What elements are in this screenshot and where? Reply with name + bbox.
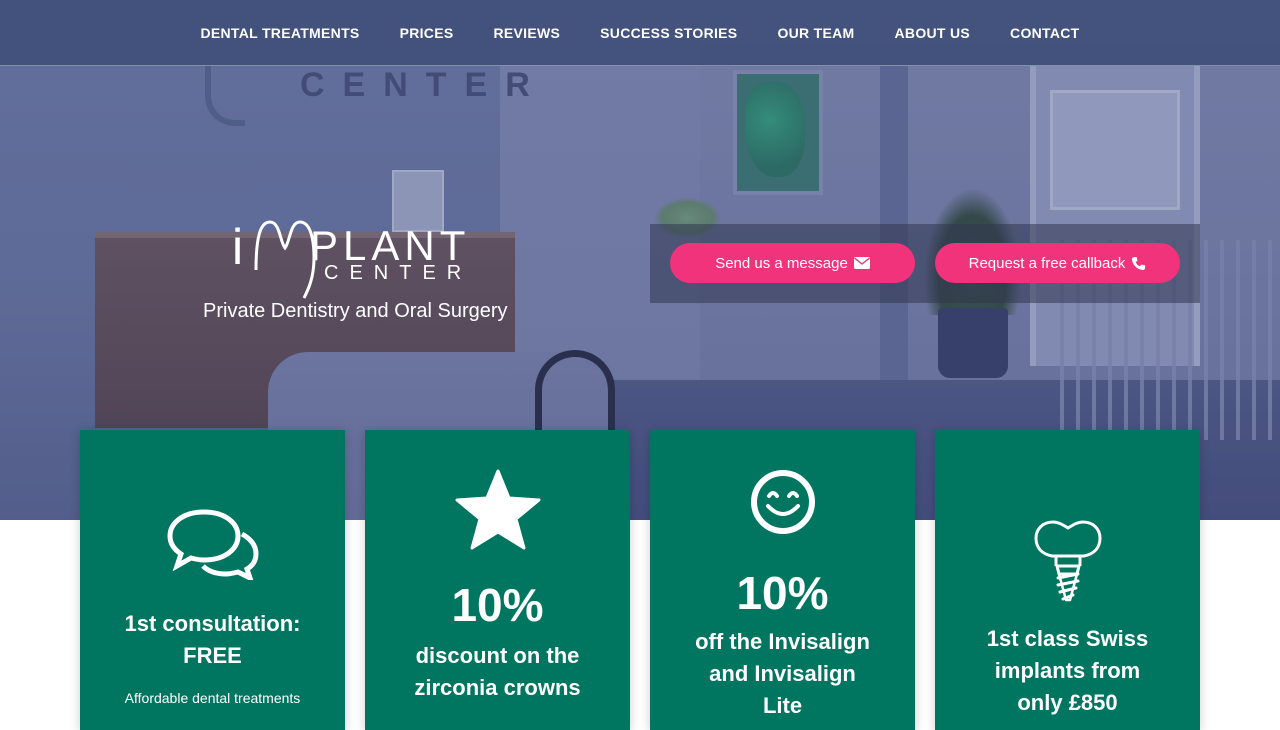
- envelope-icon: [853, 257, 870, 269]
- card-4-title-line3: only £850: [1017, 690, 1118, 715]
- card-3-title: off the Invisalign and Invisalign Lite: [670, 626, 895, 722]
- card-3-title-line2: and Invisalign: [709, 661, 856, 686]
- nav-item-contact[interactable]: CONTACT: [1010, 25, 1080, 41]
- request-callback-label: Request a free callback: [968, 254, 1126, 272]
- nav-item-dental-treatments[interactable]: DENTAL TREATMENTS: [200, 25, 359, 41]
- logo-letter-i: i: [232, 219, 244, 275]
- request-callback-button[interactable]: Request a free callback: [935, 243, 1180, 283]
- star-icon: [365, 468, 630, 552]
- send-message-button[interactable]: Send us a message: [670, 243, 915, 283]
- card-2-title-line1: discount on the: [415, 643, 580, 668]
- card-4-title: 1st class Swiss implants from only £850: [955, 623, 1180, 719]
- card-1-description: Affordable dental treatments: [124, 690, 301, 706]
- implant-center-logo[interactable]: i PLANT CENTER: [228, 208, 488, 303]
- card-2-title-line2: zirconia crowns: [414, 675, 581, 700]
- card-2-title: discount on the zirconia crowns: [385, 640, 610, 704]
- card-1-title-line1: 1st consultation:: [124, 611, 301, 636]
- main-navigation: DENTAL TREATMENTS PRICES REVIEWS SUCCESS…: [0, 0, 1280, 66]
- nav-item-success-stories[interactable]: SUCCESS STORIES: [600, 25, 737, 41]
- phone-icon: [1132, 256, 1146, 270]
- card-4-title-line2: implants from: [994, 658, 1141, 683]
- nav-item-prices[interactable]: PRICES: [400, 25, 454, 41]
- smiley-icon: [650, 468, 915, 536]
- card-3-title-line3: Lite: [762, 693, 803, 718]
- card-1-title: 1st consultation: FREE: [100, 608, 325, 672]
- card-2-percentage: 10%: [451, 579, 544, 631]
- send-message-label: Send us a message: [715, 254, 848, 272]
- nav-item-about-us[interactable]: ABOUT US: [895, 25, 971, 41]
- dental-implant-icon: [935, 518, 1200, 602]
- logo-word-center: CENTER: [324, 262, 473, 284]
- nav-item-our-team[interactable]: OUR TEAM: [777, 25, 854, 41]
- card-4-title-line1: 1st class Swiss: [986, 626, 1149, 651]
- feature-card-consultation[interactable]: 1st consultation: FREE Affordable dental…: [80, 430, 345, 730]
- nav-item-reviews[interactable]: REVIEWS: [494, 25, 561, 41]
- card-3-percentage: 10%: [736, 567, 829, 619]
- chat-bubbles-icon: [80, 508, 345, 580]
- card-1-title-line2: FREE: [183, 643, 242, 668]
- feature-card-zirconia[interactable]: 10% discount on the zirconia crowns: [365, 430, 630, 730]
- hero-tagline: Private Dentistry and Oral Surgery: [203, 300, 508, 322]
- feature-card-invisalign[interactable]: 10% off the Invisalign and Invisalign Li…: [650, 430, 915, 730]
- card-3-title-line1: off the Invisalign: [695, 629, 870, 654]
- feature-card-swiss-implants[interactable]: 1st class Swiss implants from only £850: [935, 430, 1200, 730]
